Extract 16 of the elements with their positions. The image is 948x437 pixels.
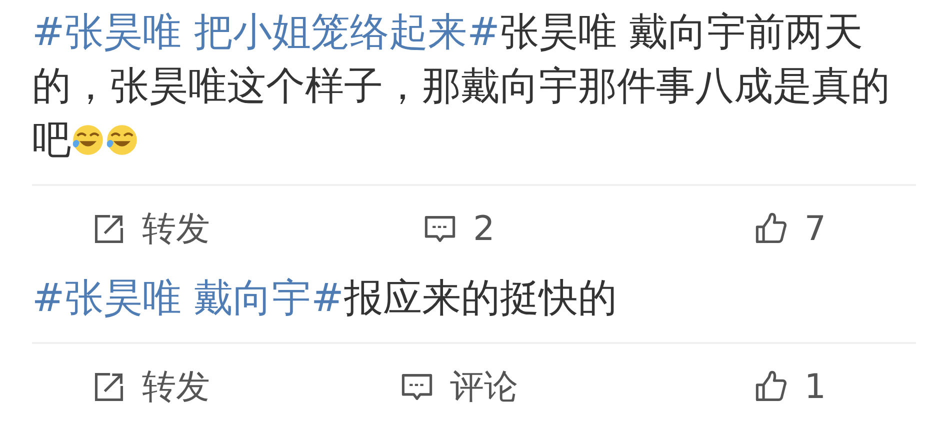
comment-button[interactable]: 评论 (400, 364, 518, 410)
hashtag-link[interactable]: #张昊唯 戴向宇# (32, 276, 344, 321)
post-text: #张昊唯 戴向宇#报应来的挺快的 (32, 275, 618, 323)
repost-button[interactable]: 转发 (92, 364, 210, 410)
thumbs-up-icon (754, 212, 788, 246)
thumbs-up-icon (754, 370, 788, 404)
repost-icon (92, 212, 126, 246)
like-button[interactable]: 7 (754, 209, 826, 249)
repost-button[interactable]: 转发 (92, 206, 210, 252)
emoji-icon (71, 123, 105, 157)
post-text: #张昊唯 把小姐笼络起来#张昊唯 戴向宇前两天的，张昊唯这个样子，那戴向宇那件事八成是真的吧 (32, 9, 891, 165)
like-button[interactable]: 1 (754, 367, 826, 407)
comment-button[interactable]: 2 (423, 209, 495, 249)
repost-icon (92, 370, 126, 404)
hashtag-link[interactable]: #张昊唯 把小姐笼络起来# (32, 10, 500, 55)
emoji-icon (105, 123, 139, 157)
